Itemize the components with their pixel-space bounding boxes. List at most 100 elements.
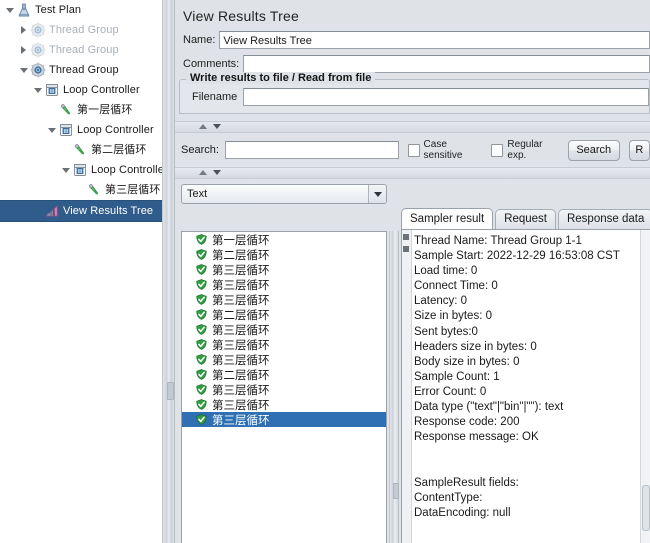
tree-item-label: Loop Controller (91, 164, 163, 176)
list-item[interactable]: 第三层循环 (182, 322, 386, 337)
tree-item-2[interactable]: Thread Group (0, 40, 162, 60)
collapse-down-arrow-icon[interactable] (213, 124, 221, 129)
comments-input[interactable] (243, 55, 650, 73)
thread-group-icon (30, 22, 46, 38)
tree-item-label: View Results Tree (63, 205, 154, 217)
tree-item-label: Loop Controller (63, 84, 140, 96)
expand-arrow-right-icon[interactable] (18, 24, 30, 36)
list-item-label: 第三层循环 (212, 264, 270, 277)
search-input[interactable] (224, 141, 399, 159)
list-item[interactable]: 第三层循环 (182, 382, 386, 397)
tree-item-label: 第二层循环 (91, 144, 147, 156)
tree-item-7[interactable]: 第二层循环 (0, 140, 162, 160)
success-check-icon (196, 339, 207, 350)
tree-item-9[interactable]: 第三层循环 (0, 180, 162, 200)
result-tabs[interactable]: Sampler result Request Response data (401, 208, 650, 229)
expand-arrow-down-icon[interactable] (18, 64, 30, 76)
collapse-bar-bottom[interactable] (175, 167, 650, 179)
collapse-bar-top[interactable] (175, 121, 650, 133)
collapse-down-arrow-icon[interactable] (213, 170, 221, 175)
tree-item-10[interactable]: View Results Tree (0, 200, 162, 222)
results-split-divider[interactable] (389, 231, 399, 543)
success-check-icon (196, 399, 207, 410)
list-item-label: 第一层循环 (212, 234, 270, 247)
scrollbar-thumb[interactable] (642, 485, 650, 531)
list-item[interactable]: 第三层循环 (182, 262, 386, 277)
expand-arrow-down-icon[interactable] (32, 84, 44, 96)
tab-response-data[interactable]: Response data (557, 209, 650, 229)
list-item-label: 第三层循环 (212, 384, 270, 397)
case-sensitive-label: Case sensitive (423, 139, 463, 161)
jmeter-window: Test Plan Thread Group Thread Group Thread … (0, 0, 650, 543)
list-item[interactable]: 第三层循环 (182, 277, 386, 292)
view-results-tree-icon (44, 203, 60, 219)
success-check-icon (196, 294, 207, 305)
case-sensitive-checkbox[interactable]: Case sensitive (407, 139, 483, 161)
tree-item-label: Thread Group (49, 24, 119, 36)
tab-sampler-result[interactable]: Sampler result (401, 208, 494, 229)
test-plan-tree[interactable]: Test Plan Thread Group Thread Group Thread … (0, 0, 163, 543)
tree-item-label: Thread Group (49, 64, 119, 76)
reset-button[interactable]: R (628, 139, 650, 161)
write-results-group: Write results to file / Read from file F… (179, 72, 650, 114)
thread-group-icon (30, 62, 46, 78)
filename-input[interactable] (243, 88, 649, 106)
success-check-icon (196, 414, 207, 425)
checkbox-box-icon[interactable] (491, 143, 504, 157)
tree-item-6[interactable]: Loop Controller (0, 120, 162, 140)
tree-item-label: Loop Controller (77, 124, 154, 136)
loop-controller-icon (72, 162, 88, 178)
tree-item-1[interactable]: Thread Group (0, 20, 162, 40)
results-list[interactable]: 第一层循环 第二层循环 第三层循环 第三层循环 第三层循环 第二层循环 第三层循环 第三层循环… (181, 231, 387, 543)
list-item-label: 第二层循环 (212, 249, 270, 262)
sampler-icon (72, 142, 88, 158)
result-vertical-scrollbar[interactable] (640, 230, 650, 543)
tree-item-4[interactable]: Loop Controller (0, 80, 162, 100)
renderer-select[interactable]: Text (181, 184, 387, 204)
collapse-up-arrow-icon[interactable] (199, 170, 207, 175)
list-item-label: 第三层循环 (212, 324, 270, 337)
sampler-icon (86, 182, 102, 198)
list-item[interactable]: 第一层循环 (182, 232, 386, 247)
success-check-icon (196, 369, 207, 380)
list-item[interactable]: 第三层循环 (182, 397, 386, 412)
tab-request[interactable]: Request (495, 209, 556, 229)
tree-item-label: 第三层循环 (105, 184, 161, 196)
list-item[interactable]: 第三层循环 (182, 292, 386, 307)
tree-item-8[interactable]: Loop Controller (0, 160, 162, 180)
tree-item-5[interactable]: 第一层循环 (0, 100, 162, 120)
list-item[interactable]: 第二层循环 (182, 307, 386, 322)
list-item[interactable]: 第三层循环 (182, 337, 386, 352)
expand-arrow-down-icon[interactable] (4, 4, 16, 16)
main-split-divider[interactable] (162, 0, 175, 543)
tree-item-label: 第一层循环 (77, 104, 133, 116)
success-check-icon (196, 234, 207, 245)
list-item[interactable]: 第二层循环 (182, 367, 386, 382)
tree-item-0[interactable]: Test Plan (0, 0, 162, 20)
list-item-label: 第三层循环 (212, 354, 270, 367)
tree-item-3[interactable]: Thread Group (0, 60, 162, 80)
chevron-down-icon[interactable] (368, 185, 386, 203)
success-check-icon (196, 309, 207, 320)
write-results-group-title: Write results to file / Read from file (186, 72, 376, 84)
list-item[interactable]: 第三层循环 (182, 412, 386, 427)
expand-arrow-down-icon[interactable] (60, 164, 72, 176)
list-item[interactable]: 第二层循环 (182, 247, 386, 262)
view-results-tree-panel: View Results Tree Name: View Results Tre… (175, 0, 650, 543)
split-divider-grip[interactable] (167, 382, 174, 400)
page-title: View Results Tree (183, 8, 299, 24)
regular-exp-label: Regular exp. (507, 139, 543, 161)
gutter-marker-icon (403, 246, 409, 252)
results-split-divider-grip[interactable] (393, 483, 399, 499)
collapse-up-arrow-icon[interactable] (199, 124, 207, 129)
expand-arrow-right-icon[interactable] (18, 44, 30, 56)
search-button[interactable]: Search (567, 139, 620, 161)
name-input[interactable]: View Results Tree (219, 31, 650, 49)
expand-arrow-down-icon[interactable] (46, 124, 58, 136)
gutter-marker-icon (403, 234, 409, 240)
regular-exp-checkbox[interactable]: Regular exp. (491, 139, 558, 161)
checkbox-box-icon[interactable] (407, 143, 420, 157)
list-item[interactable]: 第三层循环 (182, 352, 386, 367)
